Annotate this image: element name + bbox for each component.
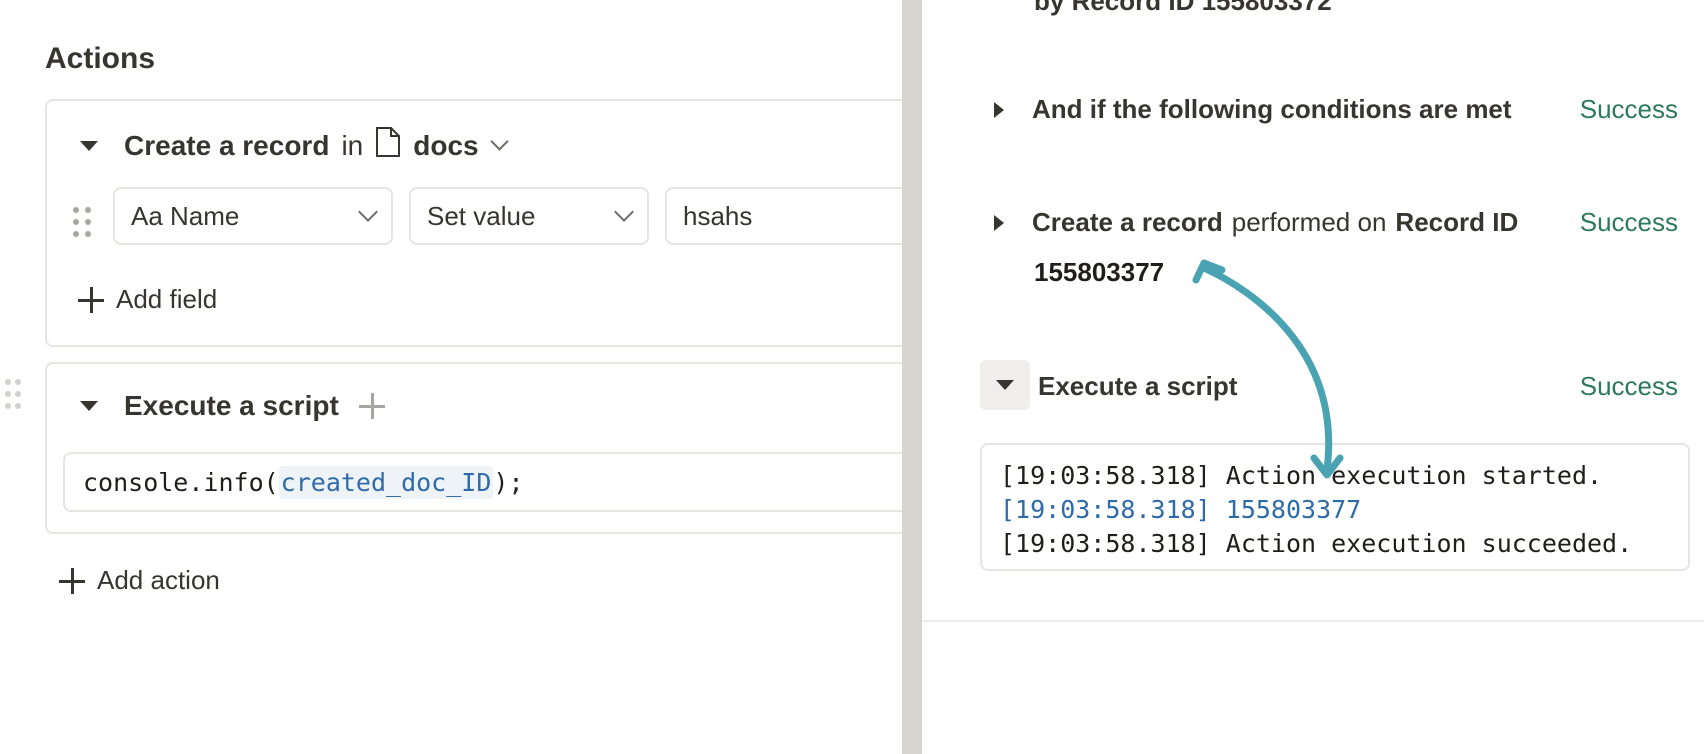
action-create-record-header[interactable]: Create a record in docs — [80, 126, 509, 165]
add-field-button[interactable]: Add field — [78, 284, 217, 315]
add-field-label: Add field — [116, 284, 218, 314]
operation-select[interactable]: Set value — [409, 187, 649, 245]
actions-heading: Actions — [45, 42, 156, 75]
collapse-triangle-icon[interactable] — [80, 401, 98, 411]
code-suffix: ); — [493, 467, 524, 497]
script-code-editor[interactable]: console.info(created_doc_ID); — [63, 452, 902, 512]
automation-editor-panel: Actions Create a record in docs Aa Name … — [0, 0, 902, 754]
action-title: Create a record — [124, 129, 330, 161]
add-action-label: Add action — [97, 565, 220, 595]
db-chevron-down-icon[interactable] — [489, 132, 509, 151]
plus-icon — [59, 567, 85, 594]
chevron-down-icon — [358, 202, 378, 222]
field-select[interactable]: Aa Name — [113, 187, 393, 245]
chevron-down-icon — [614, 202, 634, 222]
panel-divider[interactable] — [902, 0, 922, 754]
plus-icon — [78, 286, 104, 313]
action-title-in: in — [341, 129, 364, 161]
collapse-triangle-icon[interactable] — [80, 140, 98, 151]
drag-handle-icon[interactable] — [73, 207, 91, 237]
field-select-value: Aa Name — [131, 200, 240, 231]
action-title: Execute a script — [124, 390, 339, 421]
action-execute-script-header[interactable]: Execute a script — [80, 390, 385, 422]
run-history-panel: by Record ID 155803372 And if the follow… — [922, 0, 1704, 754]
annotation-arrow — [1192, 259, 1344, 479]
add-variable-plus-icon[interactable] — [358, 393, 385, 419]
operation-select-value: Set value — [427, 200, 536, 231]
database-name[interactable]: docs — [413, 130, 478, 162]
value-input-text: hsahs — [683, 200, 753, 231]
document-icon — [375, 126, 401, 165]
add-action-button[interactable]: Add action — [59, 565, 220, 596]
drag-handle-icon[interactable] — [5, 379, 21, 409]
value-input[interactable]: hsahs — [665, 187, 902, 245]
code-variable-chip[interactable]: created_doc_ID — [278, 465, 494, 499]
code-prefix: console.info( — [83, 467, 279, 497]
